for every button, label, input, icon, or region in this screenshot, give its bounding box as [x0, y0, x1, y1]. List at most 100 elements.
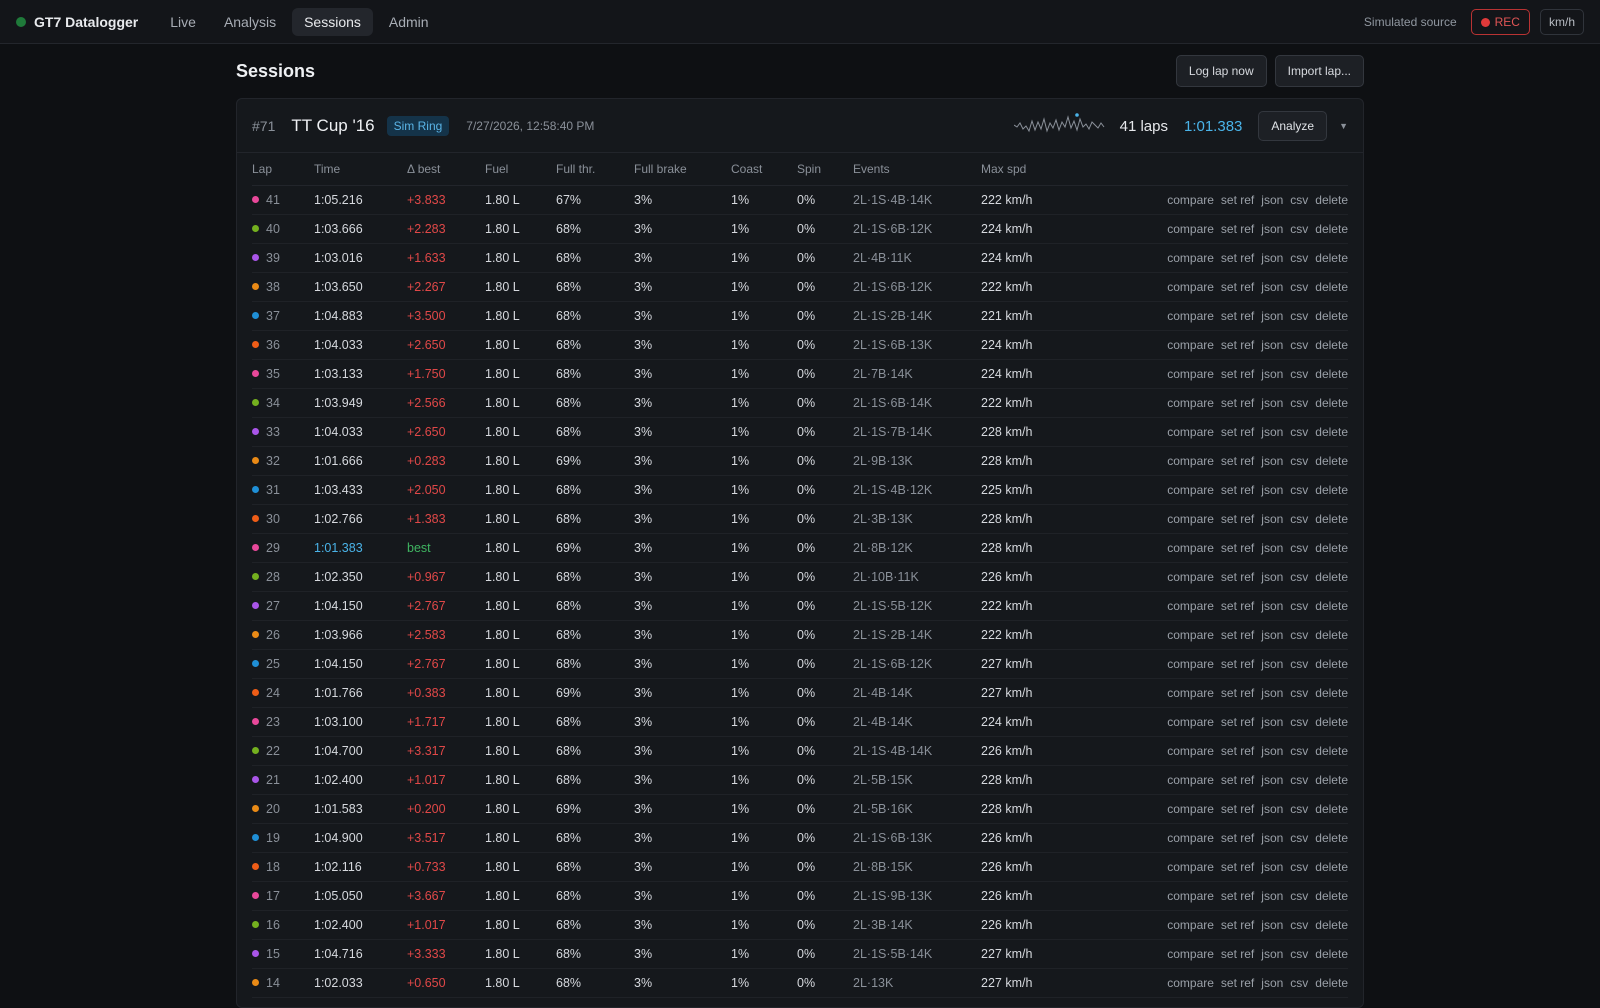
csv-button[interactable]: csv [1290, 425, 1308, 439]
set-ref-button[interactable]: set ref [1221, 280, 1254, 294]
json-button[interactable]: json [1261, 454, 1283, 468]
nav-live[interactable]: Live [158, 8, 208, 36]
json-button[interactable]: json [1261, 657, 1283, 671]
delete-button[interactable]: delete [1315, 570, 1348, 584]
record-button[interactable]: REC [1470, 9, 1530, 35]
nav-admin[interactable]: Admin [377, 8, 441, 36]
json-button[interactable]: json [1261, 860, 1283, 874]
table-row[interactable]: 40 1:03.666 +2.283 1.80 L 68% 3% 1% 0% 2L·1S·6B·… [252, 214, 1348, 244]
delete-button[interactable]: delete [1315, 918, 1348, 932]
table-row[interactable]: 19 1:04.900 +3.517 1.80 L 68% 3% 1% 0% 2L·1S·6B·… [252, 823, 1348, 853]
csv-button[interactable]: csv [1290, 483, 1308, 497]
json-button[interactable]: json [1261, 599, 1283, 613]
json-button[interactable]: json [1261, 628, 1283, 642]
set-ref-button[interactable]: set ref [1221, 657, 1254, 671]
table-row[interactable]: 32 1:01.666 +0.283 1.80 L 69% 3% 1% 0% 2L·9B·13K… [252, 446, 1348, 476]
compare-button[interactable]: compare [1167, 686, 1214, 700]
delete-button[interactable]: delete [1315, 338, 1348, 352]
set-ref-button[interactable]: set ref [1221, 715, 1254, 729]
table-row[interactable]: 24 1:01.766 +0.383 1.80 L 69% 3% 1% 0% 2L·4B·14K… [252, 678, 1348, 708]
csv-button[interactable]: csv [1290, 918, 1308, 932]
csv-button[interactable]: csv [1290, 251, 1308, 265]
delete-button[interactable]: delete [1315, 309, 1348, 323]
set-ref-button[interactable]: set ref [1221, 947, 1254, 961]
set-ref-button[interactable]: set ref [1221, 541, 1254, 555]
set-ref-button[interactable]: set ref [1221, 193, 1254, 207]
set-ref-button[interactable]: set ref [1221, 367, 1254, 381]
set-ref-button[interactable]: set ref [1221, 860, 1254, 874]
csv-button[interactable]: csv [1290, 802, 1308, 816]
nav-analysis[interactable]: Analysis [212, 8, 288, 36]
delete-button[interactable]: delete [1315, 860, 1348, 874]
csv-button[interactable]: csv [1290, 570, 1308, 584]
compare-button[interactable]: compare [1167, 309, 1214, 323]
delete-button[interactable]: delete [1315, 367, 1348, 381]
csv-button[interactable]: csv [1290, 889, 1308, 903]
delete-button[interactable]: delete [1315, 599, 1348, 613]
set-ref-button[interactable]: set ref [1221, 599, 1254, 613]
delete-button[interactable]: delete [1315, 454, 1348, 468]
json-button[interactable]: json [1261, 947, 1283, 961]
set-ref-button[interactable]: set ref [1221, 918, 1254, 932]
chevron-down-icon[interactable]: ▼ [1339, 121, 1348, 131]
csv-button[interactable]: csv [1290, 280, 1308, 294]
json-button[interactable]: json [1261, 918, 1283, 932]
compare-button[interactable]: compare [1167, 570, 1214, 584]
table-row[interactable]: 33 1:04.033 +2.650 1.80 L 68% 3% 1% 0% 2L·1S·7B·… [252, 417, 1348, 447]
compare-button[interactable]: compare [1167, 860, 1214, 874]
json-button[interactable]: json [1261, 541, 1283, 555]
csv-button[interactable]: csv [1290, 193, 1308, 207]
table-row[interactable]: 27 1:04.150 +2.767 1.80 L 68% 3% 1% 0% 2L·1S·5B·… [252, 591, 1348, 621]
csv-button[interactable]: csv [1290, 860, 1308, 874]
compare-button[interactable]: compare [1167, 628, 1214, 642]
json-button[interactable]: json [1261, 831, 1283, 845]
delete-button[interactable]: delete [1315, 657, 1348, 671]
set-ref-button[interactable]: set ref [1221, 773, 1254, 787]
compare-button[interactable]: compare [1167, 425, 1214, 439]
table-row[interactable]: 29 1:01.383 best 1.80 L 69% 3% 1% 0% 2L·8B·12K 22… [252, 533, 1348, 563]
delete-button[interactable]: delete [1315, 251, 1348, 265]
delete-button[interactable]: delete [1315, 280, 1348, 294]
json-button[interactable]: json [1261, 889, 1283, 903]
delete-button[interactable]: delete [1315, 686, 1348, 700]
json-button[interactable]: json [1261, 570, 1283, 584]
compare-button[interactable]: compare [1167, 338, 1214, 352]
session-header[interactable]: #71 TT Cup '16 Sim Ring 7/27/2026, 12:58… [237, 99, 1363, 153]
delete-button[interactable]: delete [1315, 744, 1348, 758]
csv-button[interactable]: csv [1290, 222, 1308, 236]
set-ref-button[interactable]: set ref [1221, 425, 1254, 439]
table-row[interactable]: 35 1:03.133 +1.750 1.80 L 68% 3% 1% 0% 2L·7B·14K… [252, 359, 1348, 389]
table-row[interactable]: 15 1:04.716 +3.333 1.80 L 68% 3% 1% 0% 2L·1S·5B·… [252, 939, 1348, 969]
set-ref-button[interactable]: set ref [1221, 251, 1254, 265]
compare-button[interactable]: compare [1167, 715, 1214, 729]
compare-button[interactable]: compare [1167, 280, 1214, 294]
csv-button[interactable]: csv [1290, 686, 1308, 700]
csv-button[interactable]: csv [1290, 715, 1308, 729]
compare-button[interactable]: compare [1167, 831, 1214, 845]
compare-button[interactable]: compare [1167, 773, 1214, 787]
delete-button[interactable]: delete [1315, 425, 1348, 439]
set-ref-button[interactable]: set ref [1221, 889, 1254, 903]
table-row[interactable]: 20 1:01.583 +0.200 1.80 L 69% 3% 1% 0% 2L·5B·16K… [252, 794, 1348, 824]
compare-button[interactable]: compare [1167, 599, 1214, 613]
compare-button[interactable]: compare [1167, 251, 1214, 265]
compare-button[interactable]: compare [1167, 802, 1214, 816]
csv-button[interactable]: csv [1290, 309, 1308, 323]
set-ref-button[interactable]: set ref [1221, 802, 1254, 816]
table-row[interactable]: 14 1:02.033 +0.650 1.80 L 68% 3% 1% 0% 2L·13K 227… [252, 968, 1348, 998]
compare-button[interactable]: compare [1167, 454, 1214, 468]
compare-button[interactable]: compare [1167, 744, 1214, 758]
delete-button[interactable]: delete [1315, 222, 1348, 236]
compare-button[interactable]: compare [1167, 193, 1214, 207]
compare-button[interactable]: compare [1167, 541, 1214, 555]
table-row[interactable]: 39 1:03.016 +1.633 1.80 L 68% 3% 1% 0% 2L·4B·11K… [252, 243, 1348, 273]
compare-button[interactable]: compare [1167, 396, 1214, 410]
set-ref-button[interactable]: set ref [1221, 483, 1254, 497]
csv-button[interactable]: csv [1290, 773, 1308, 787]
table-row[interactable]: 37 1:04.883 +3.500 1.80 L 68% 3% 1% 0% 2L·1S·2B·… [252, 301, 1348, 331]
json-button[interactable]: json [1261, 222, 1283, 236]
json-button[interactable]: json [1261, 744, 1283, 758]
csv-button[interactable]: csv [1290, 976, 1308, 990]
json-button[interactable]: json [1261, 280, 1283, 294]
delete-button[interactable]: delete [1315, 483, 1348, 497]
